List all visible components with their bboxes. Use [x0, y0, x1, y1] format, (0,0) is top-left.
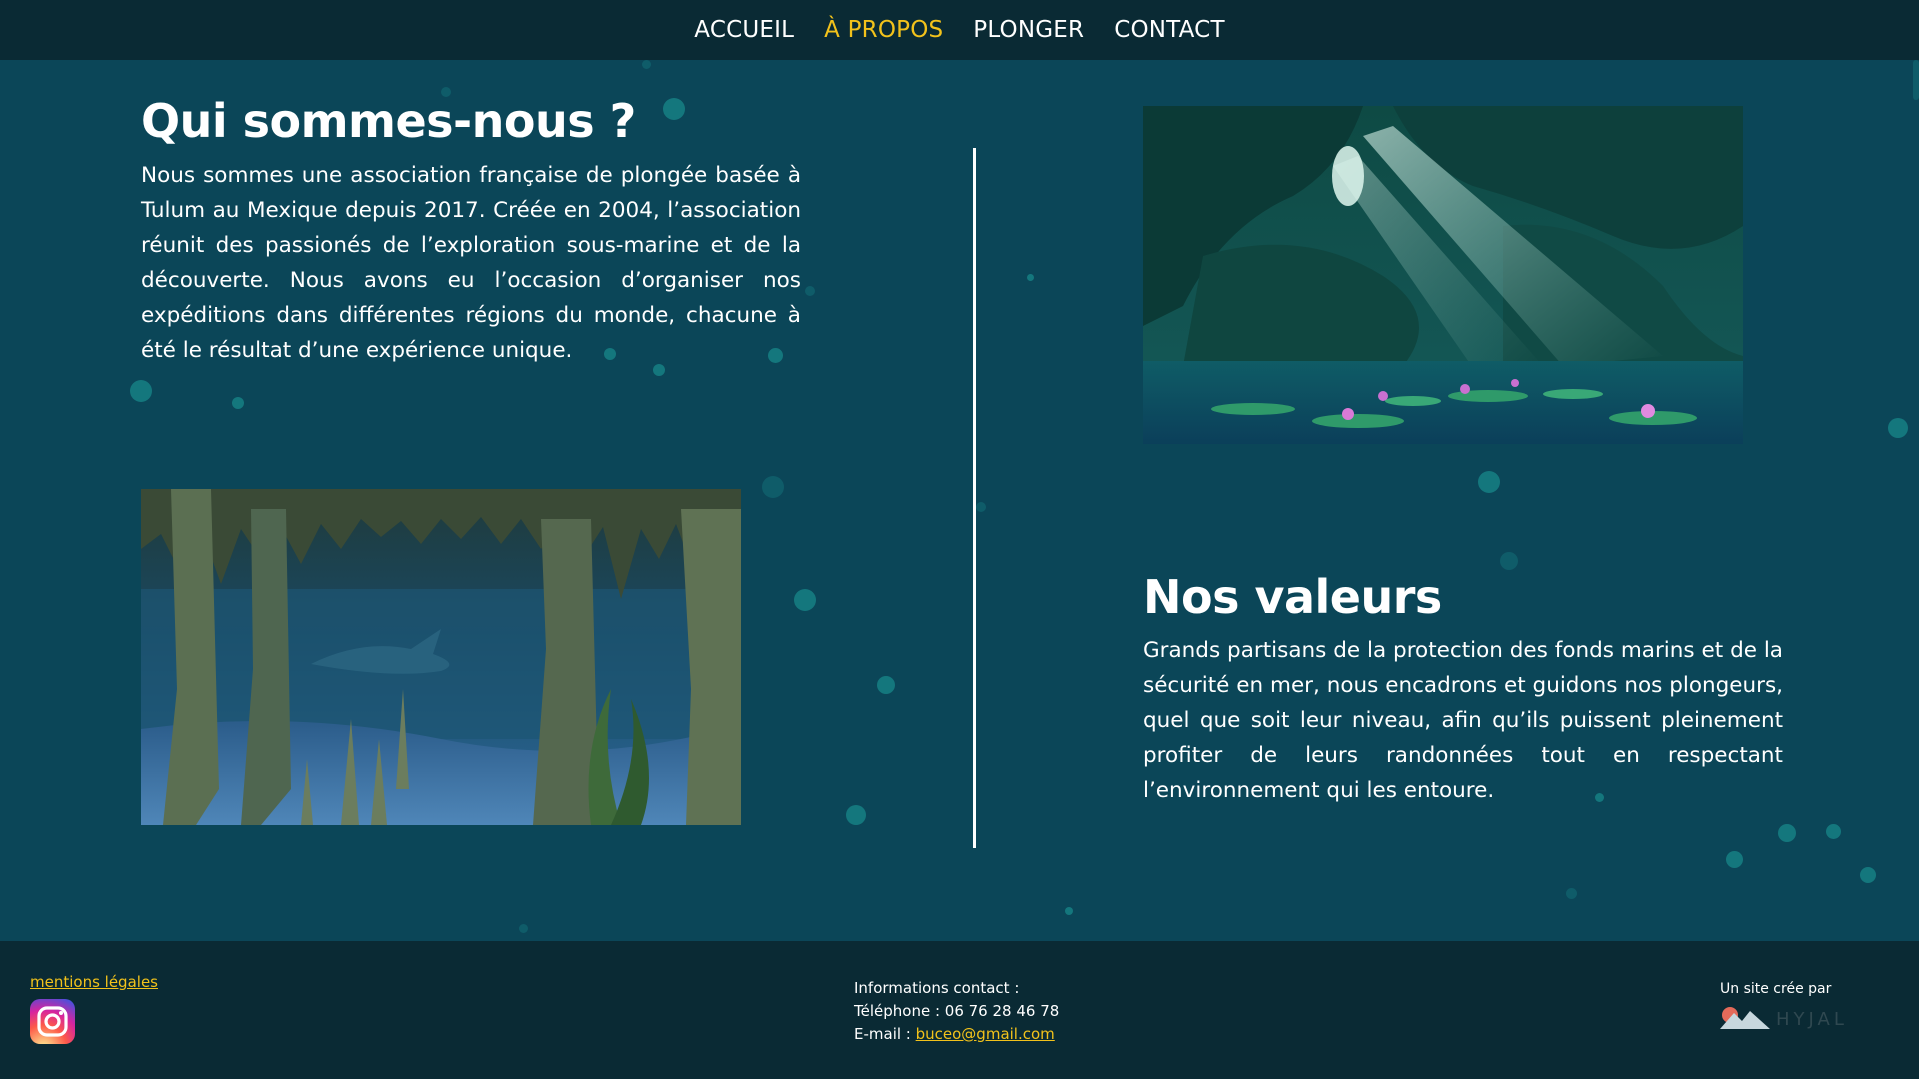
bubble	[805, 286, 815, 296]
bubble	[1778, 824, 1796, 842]
contact-phone: Téléphone : 06 76 28 46 78	[854, 1002, 1060, 1020]
about-title: Qui sommes-nous ?	[141, 94, 636, 148]
contact-email-row: E-mail : buceo@gmail.com	[854, 1023, 1059, 1046]
bubble	[130, 380, 152, 402]
hyjal-logo[interactable]: HYJAL	[1720, 1003, 1870, 1033]
values-title: Nos valeurs	[1143, 570, 1442, 624]
nav-accueil[interactable]: ACCUEIL	[694, 17, 794, 43]
about-text: Nous sommes une association française de…	[141, 163, 801, 363]
bubble	[1726, 851, 1743, 868]
contact-info: Informations contact : Téléphone : 06 76…	[854, 977, 1059, 1046]
email-link[interactable]: buceo@gmail.com	[916, 1025, 1055, 1043]
cave-stalactites-image	[141, 489, 741, 825]
nav-contact[interactable]: CONTACT	[1114, 17, 1224, 43]
legal-notice-link[interactable]: mentions légales	[30, 973, 158, 991]
bubble	[1826, 824, 1841, 839]
bubble	[1478, 471, 1500, 493]
bubble	[1860, 867, 1876, 883]
footer: mentions légales Informations contact : …	[0, 941, 1919, 1079]
values-text: Grands partisans de la protection des fo…	[1143, 638, 1783, 803]
bubble	[1027, 274, 1034, 281]
bubble	[976, 502, 986, 512]
bubble	[663, 98, 685, 120]
bubble	[642, 60, 651, 69]
nav-a-propos[interactable]: À PROPOS	[824, 17, 943, 43]
instagram-icon[interactable]	[30, 999, 75, 1044]
bubble	[519, 924, 528, 933]
bubble	[794, 589, 816, 611]
bubble	[1913, 60, 1919, 100]
bubble	[762, 476, 784, 498]
bubble	[877, 676, 895, 694]
bubble	[1065, 907, 1073, 915]
bubble	[1500, 552, 1518, 570]
contact-title: Informations contact :	[854, 979, 1020, 997]
svg-text:HYJAL: HYJAL	[1776, 1009, 1848, 1030]
cave-light-image	[1143, 106, 1743, 444]
main-navbar: ACCUEIL À PROPOS PLONGER CONTACT	[0, 0, 1919, 60]
nav-plonger[interactable]: PLONGER	[973, 17, 1084, 43]
bubble	[232, 397, 244, 409]
bubble	[1888, 418, 1908, 438]
email-label: E-mail :	[854, 1025, 916, 1043]
bubble	[846, 805, 866, 825]
main-content: Qui sommes-nous ? Nous sommes une associ…	[0, 60, 1919, 941]
bubble	[1566, 888, 1577, 899]
vertical-divider	[973, 148, 976, 848]
credit-text: Un site crée par	[1720, 981, 1832, 997]
